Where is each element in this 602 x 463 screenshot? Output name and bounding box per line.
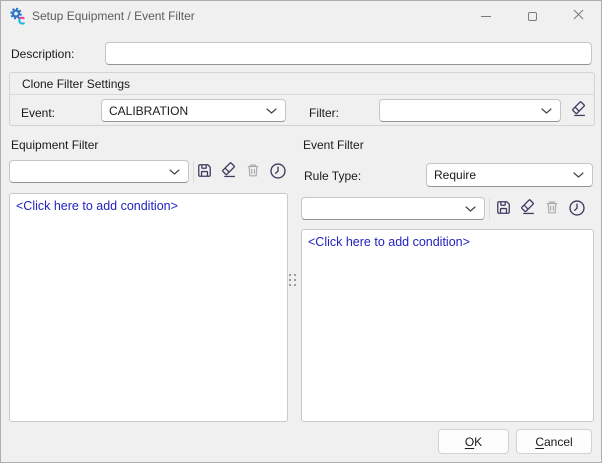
eraser-icon [219,162,238,182]
eraser-icon [569,101,588,121]
save-icon [495,199,512,219]
equipment-add-condition-link[interactable]: <Click here to add condition> [16,199,178,213]
close-button[interactable] [555,1,601,31]
equipment-save-filter-button[interactable] [192,160,216,184]
clock-icon [269,162,287,183]
dialog-window: Setup Equipment / Event Filter Descripti… [0,0,602,463]
event-filter-title: Event Filter [303,138,364,152]
maximize-icon [528,12,537,21]
trash-icon [245,162,261,182]
equipment-clear-filter-button[interactable] [216,160,240,184]
rule-type-label: Rule Type: [304,169,361,183]
trash-icon [544,199,560,219]
save-icon [196,162,213,182]
clone-filter-settings-title: Clone Filter Settings [22,77,130,91]
maximize-button[interactable] [509,1,555,31]
event-add-condition-link[interactable]: <Click here to add condition> [308,235,470,249]
chevron-down-icon [169,169,180,175]
toolbar-separator [489,198,490,220]
clock-icon [568,199,586,220]
event-combobox[interactable]: CALIBRATION [101,99,286,122]
app-gear-icon [9,7,27,25]
description-label: Description: [11,47,74,61]
filter-label: Filter: [309,106,339,120]
equipment-preset-combobox[interactable] [9,160,189,183]
minimize-button[interactable] [463,1,509,31]
event-clear-filter-button[interactable] [515,197,539,221]
rule-type-combobox[interactable]: Require [426,163,593,187]
eraser-icon [518,199,537,219]
filter-combobox[interactable] [379,99,561,122]
titlebar[interactable]: Setup Equipment / Event Filter [1,1,601,31]
equipment-history-button[interactable] [266,160,290,184]
ok-button[interactable]: OK [438,429,509,454]
event-label: Event: [21,106,55,120]
description-input[interactable] [105,42,592,65]
chevron-down-icon [266,108,277,114]
equipment-delete-filter-button[interactable] [241,160,265,184]
minimize-icon [481,16,491,17]
equipment-conditions-listbox[interactable]: <Click here to add condition> [9,193,288,422]
event-delete-filter-button[interactable] [540,197,564,221]
splitter-grip[interactable] [289,274,296,291]
chevron-down-icon [541,108,552,114]
clear-clone-filter-button[interactable] [566,99,590,123]
event-preset-combobox[interactable] [301,197,485,220]
window-title: Setup Equipment / Event Filter [32,9,195,23]
event-save-filter-button[interactable] [491,197,515,221]
close-icon [573,9,584,23]
chevron-down-icon [465,206,476,212]
clone-filter-settings-header: Clone Filter Settings [10,73,594,95]
chevron-down-icon [573,172,584,178]
event-history-button[interactable] [565,197,589,221]
event-conditions-listbox[interactable]: <Click here to add condition> [301,229,594,422]
cancel-button[interactable]: Cancel [516,429,592,454]
equipment-filter-title: Equipment Filter [11,138,98,152]
